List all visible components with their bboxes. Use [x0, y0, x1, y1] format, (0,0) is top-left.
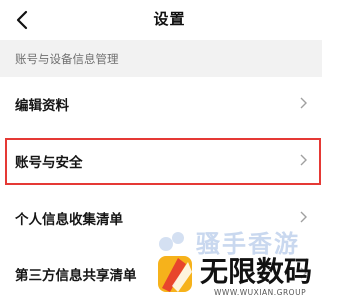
- menu-item-label: 个人信息收集清单: [15, 212, 123, 228]
- menu-item-label: 第三方信息共享清单: [15, 268, 137, 284]
- watermark-domain: WWW.WUXIAN.GROUP: [214, 288, 307, 297]
- page-title: 设置: [153, 10, 186, 28]
- menu-item-edit-profile[interactable]: 编辑资料: [0, 77, 322, 129]
- chevron-right-icon: [300, 97, 307, 109]
- section-header: 账号与设备信息管理: [0, 40, 322, 77]
- watermark: 骚手香游 无限数码 WWW.WUXIAN.GROUP: [150, 222, 339, 301]
- menu-item-label: 编辑资料: [15, 98, 69, 114]
- section-title: 账号与设备信息管理: [15, 52, 119, 66]
- brand-logo-icon: [158, 232, 192, 292]
- highlight-box: [5, 138, 321, 185]
- watermark-brand: 无限数码: [200, 255, 313, 288]
- top-bar: 设置: [0, 0, 339, 40]
